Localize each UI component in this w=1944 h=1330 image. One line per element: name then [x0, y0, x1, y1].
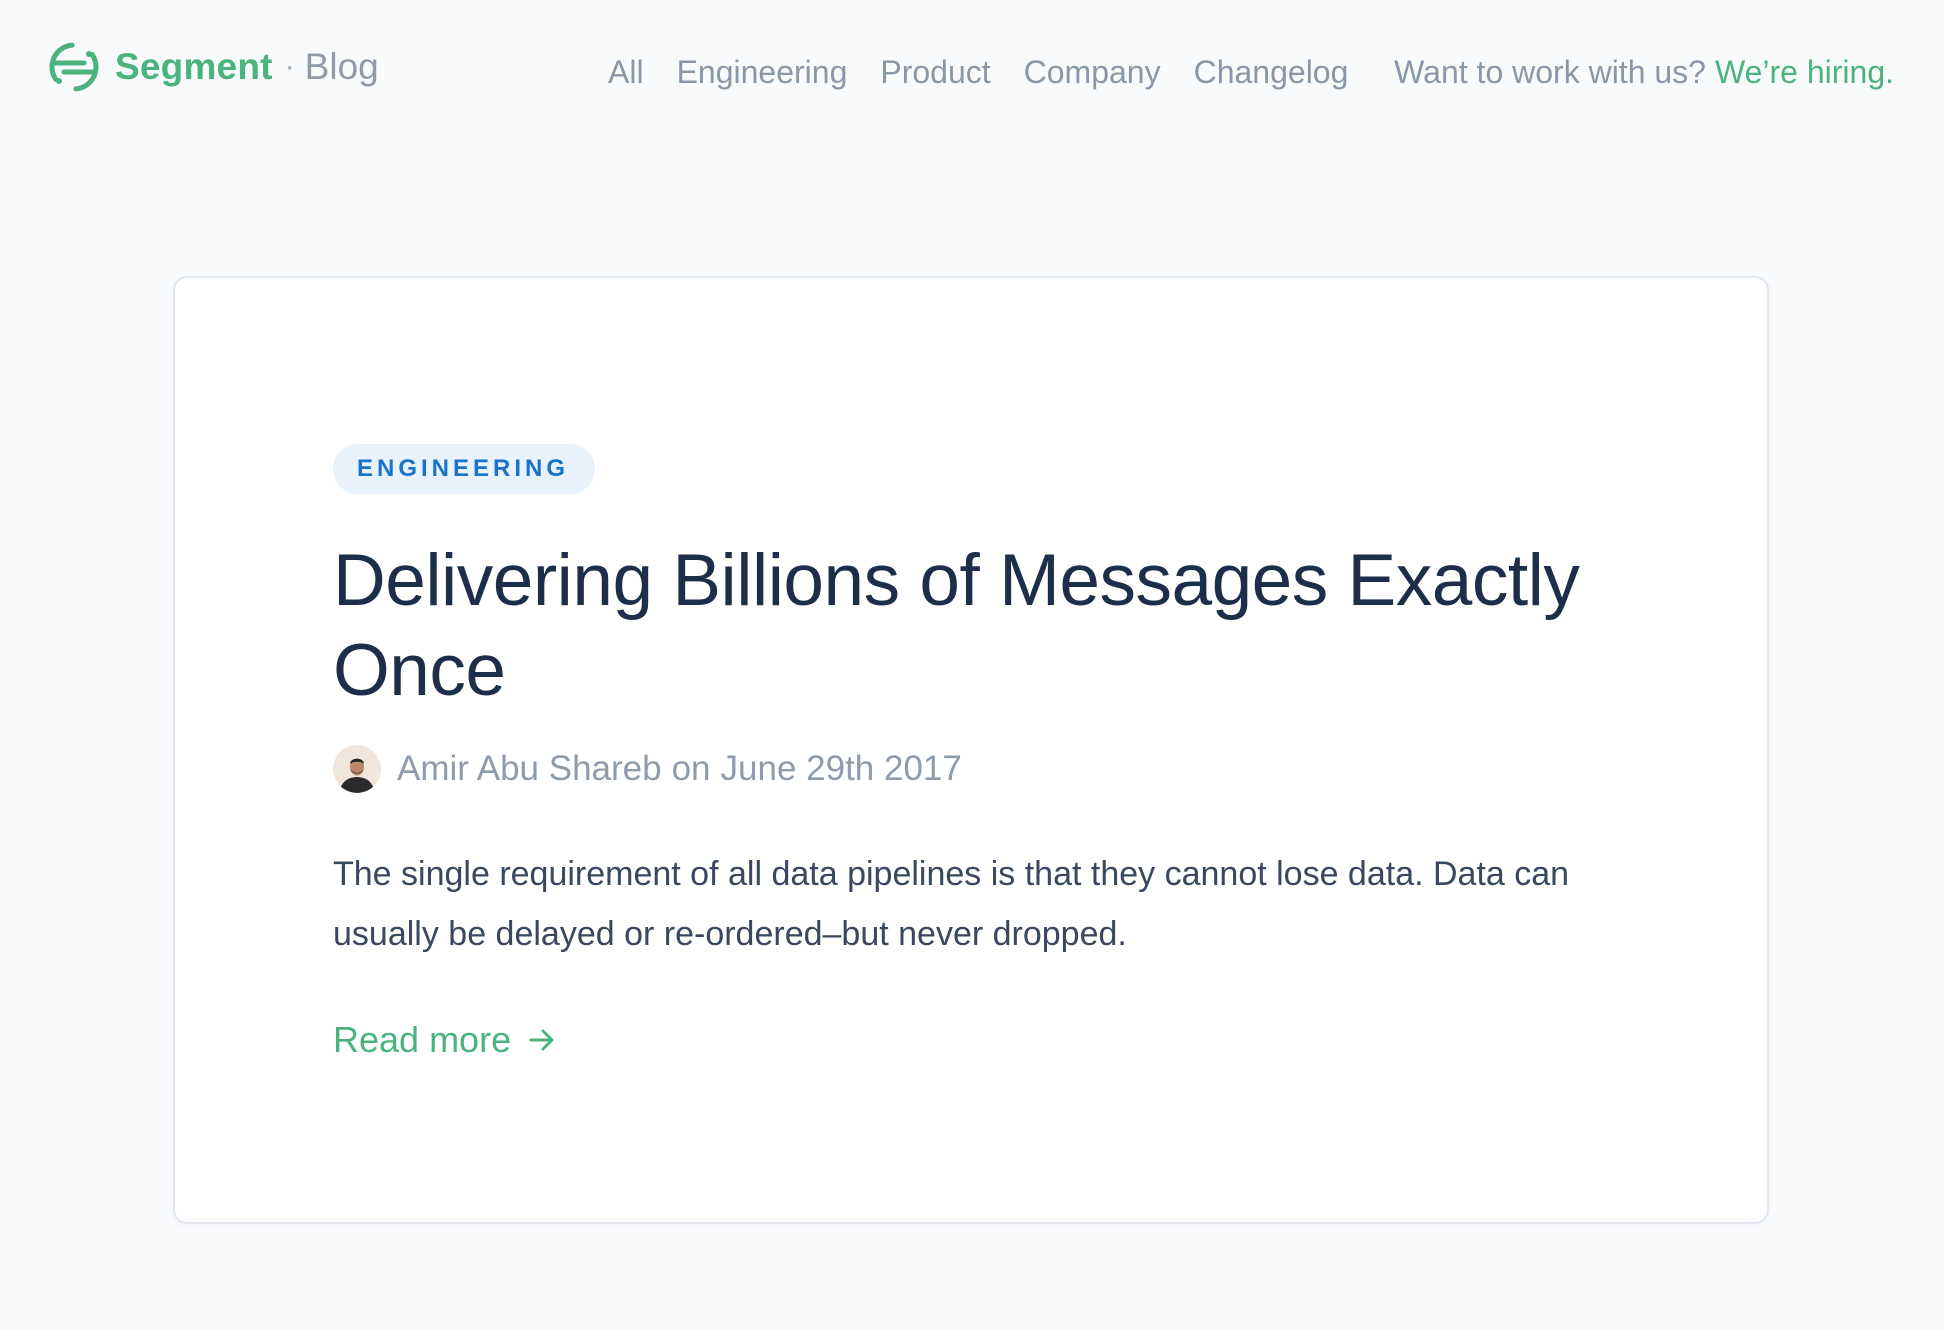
- author-name: Amir Abu Shareb: [397, 749, 662, 788]
- nav-link-product[interactable]: Product: [880, 54, 990, 91]
- post-date: June 29th 2017: [720, 749, 962, 788]
- hiring-prompt: Want to work with us?: [1394, 53, 1706, 90]
- author-avatar: [333, 745, 381, 793]
- post-card: ENGINEERING Delivering Billions of Messa…: [173, 276, 1769, 1224]
- brand-name: Segment: [115, 46, 273, 87]
- post-title[interactable]: Delivering Billions of Messages Exactly …: [333, 536, 1633, 716]
- nav-link-all[interactable]: All: [608, 54, 644, 91]
- arrow-right-icon: [529, 1029, 554, 1051]
- post-excerpt: The single requirement of all data pipel…: [333, 855, 1570, 953]
- nav-link-company[interactable]: Company: [1024, 54, 1161, 91]
- brand-separator: ·: [284, 50, 295, 83]
- category-tag[interactable]: ENGINEERING: [333, 444, 596, 494]
- post-meta: Amir Abu Shareb on June 29th 2017: [333, 744, 962, 794]
- hiring-callout: Want to work with us? We’re hiring.: [1394, 48, 1894, 96]
- nav-link-engineering[interactable]: Engineering: [677, 54, 848, 91]
- author-byline: Amir Abu Shareb on June 29th 2017: [397, 749, 962, 789]
- read-more-link[interactable]: Read more: [333, 1016, 557, 1064]
- read-more-label: Read more: [333, 1019, 512, 1060]
- brand-section-label: Blog: [304, 46, 379, 87]
- segment-logo-icon: [49, 42, 99, 92]
- date-prefix: on: [671, 749, 711, 788]
- site-header: Segment · Blog All Engineering Product C…: [0, 0, 1944, 140]
- nav-link-changelog[interactable]: Changelog: [1194, 54, 1349, 91]
- brand-home-link[interactable]: Segment · Blog: [48, 40, 379, 94]
- hiring-link[interactable]: We’re hiring.: [1715, 54, 1894, 91]
- category-nav: All Engineering Product Company Changelo…: [608, 48, 1381, 96]
